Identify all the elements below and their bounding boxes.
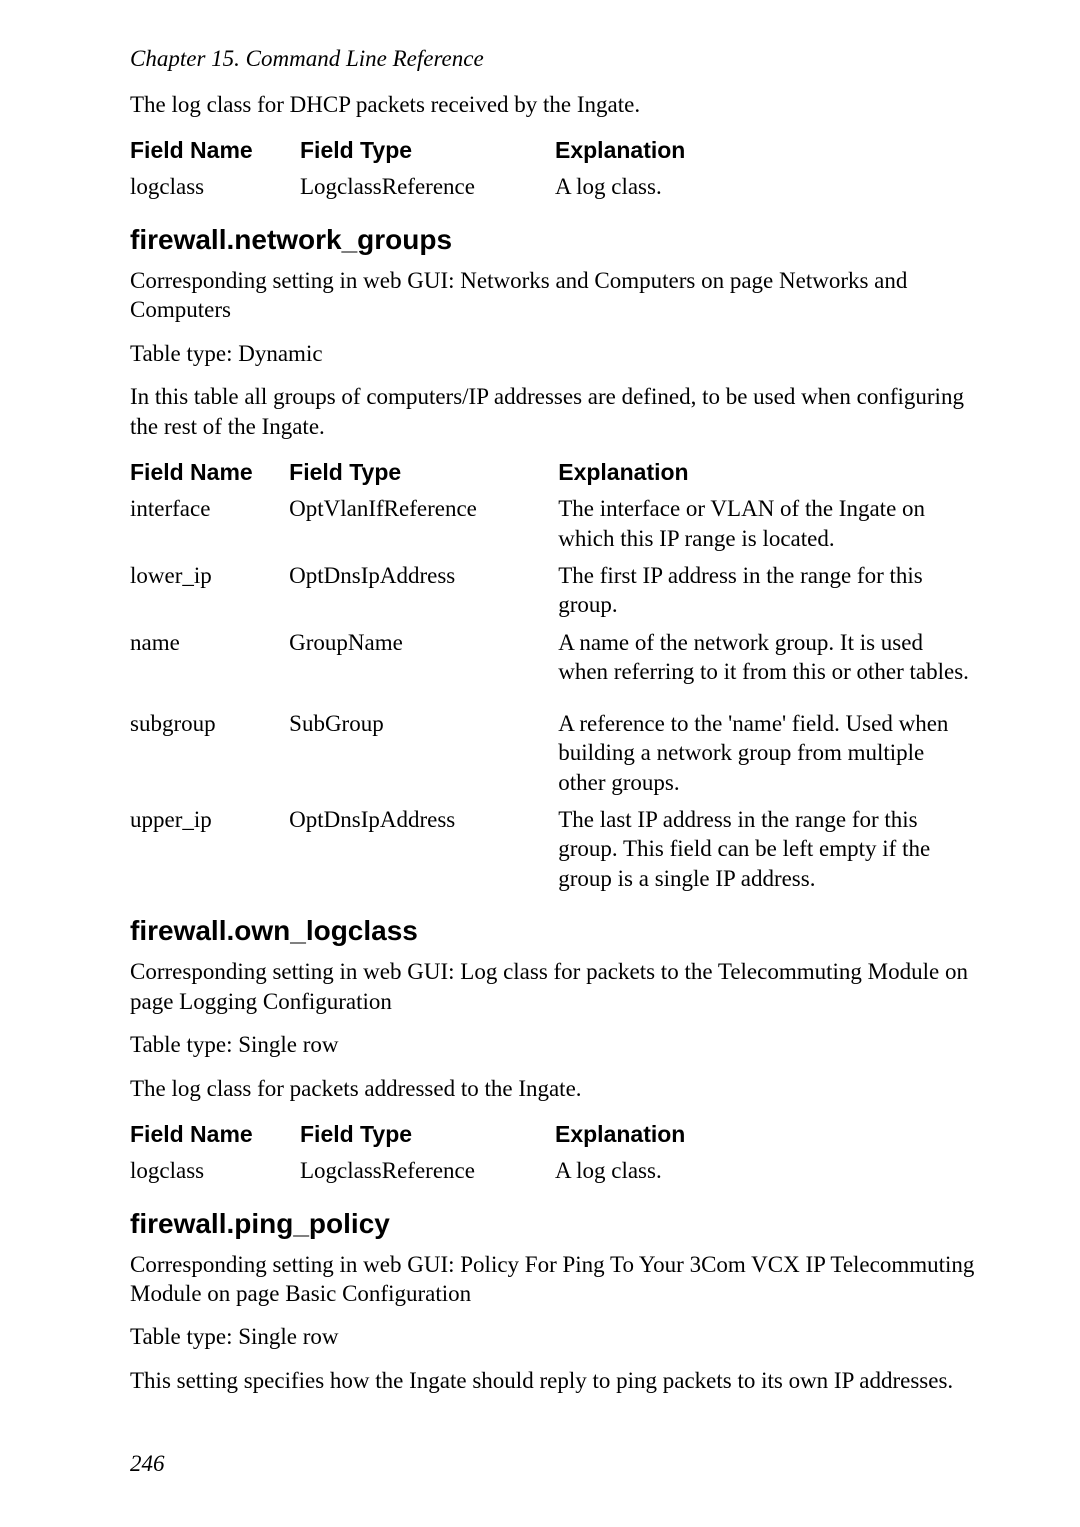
table-header-row: Field Name Field Type Explanation [130,1117,755,1152]
table-row: lower_ip OptDnsIpAddress The first IP ad… [130,557,975,624]
cell-name: logclass [130,1152,300,1189]
section3-p1: Corresponding setting in web GUI: Policy… [130,1250,975,1309]
section3-p3: This setting specifies how the Ingate sh… [130,1366,975,1395]
network-groups-table: Field Name Field Type Explanation interf… [130,455,975,897]
cell-expl: A name of the network group. It is used … [558,624,975,705]
col-header-expl: Explanation [555,1117,755,1152]
chapter-header: Chapter 15. Command Line Reference [130,46,975,72]
col-header-type: Field Type [289,455,558,490]
section1-p1: Corresponding setting in web GUI: Networ… [130,266,975,325]
cell-type: OptDnsIpAddress [289,557,558,624]
cell-expl: A log class. [555,1152,755,1189]
cell-name: lower_ip [130,557,289,624]
cell-type: SubGroup [289,705,558,801]
cell-name: logclass [130,168,300,205]
cell-expl: A log class. [555,168,755,205]
table-row: logclass LogclassReference A log class. [130,168,755,205]
col-header-type: Field Type [300,133,555,168]
section-heading-ping-policy: firewall.ping_policy [130,1208,975,1240]
table-row: subgroup SubGroup A reference to the 'na… [130,705,975,801]
page-number: 246 [130,1451,165,1477]
intro-table: Field Name Field Type Explanation logcla… [130,133,755,205]
cell-name: upper_ip [130,801,289,897]
cell-type: GroupName [289,624,558,705]
cell-type: OptVlanIfReference [289,490,558,557]
section2-p1: Corresponding setting in web GUI: Log cl… [130,957,975,1016]
intro-paragraph: The log class for DHCP packets received … [130,90,975,119]
own-logclass-table: Field Name Field Type Explanation logcla… [130,1117,755,1189]
col-header-name: Field Name [130,1117,300,1152]
cell-name: name [130,624,289,705]
cell-expl: The interface or VLAN of the Ingate on w… [558,490,975,557]
cell-type: LogclassReference [300,1152,555,1189]
table-header-row: Field Name Field Type Explanation [130,133,755,168]
cell-type: OptDnsIpAddress [289,801,558,897]
section1-p2: Table type: Dynamic [130,339,975,368]
col-header-name: Field Name [130,455,289,490]
cell-name: subgroup [130,705,289,801]
section3-p2: Table type: Single row [130,1322,975,1351]
table-row: interface OptVlanIfReference The interfa… [130,490,975,557]
col-header-type: Field Type [300,1117,555,1152]
section-heading-own-logclass: firewall.own_logclass [130,915,975,947]
cell-type: LogclassReference [300,168,555,205]
section2-p3: The log class for packets addressed to t… [130,1074,975,1103]
section1-p3: In this table all groups of computers/IP… [130,382,975,441]
cell-expl: A reference to the 'name' field. Used wh… [558,705,975,801]
col-header-expl: Explanation [555,133,755,168]
page: Chapter 15. Command Line Reference The l… [0,0,1080,1527]
cell-name: interface [130,490,289,557]
table-row: name GroupName A name of the network gro… [130,624,975,705]
table-row: logclass LogclassReference A log class. [130,1152,755,1189]
table-header-row: Field Name Field Type Explanation [130,455,975,490]
col-header-expl: Explanation [558,455,975,490]
table-row: upper_ip OptDnsIpAddress The last IP add… [130,801,975,897]
section2-p2: Table type: Single row [130,1030,975,1059]
col-header-name: Field Name [130,133,300,168]
cell-expl: The first IP address in the range for th… [558,557,975,624]
cell-expl: The last IP address in the range for thi… [558,801,975,897]
section-heading-network-groups: firewall.network_groups [130,224,975,256]
